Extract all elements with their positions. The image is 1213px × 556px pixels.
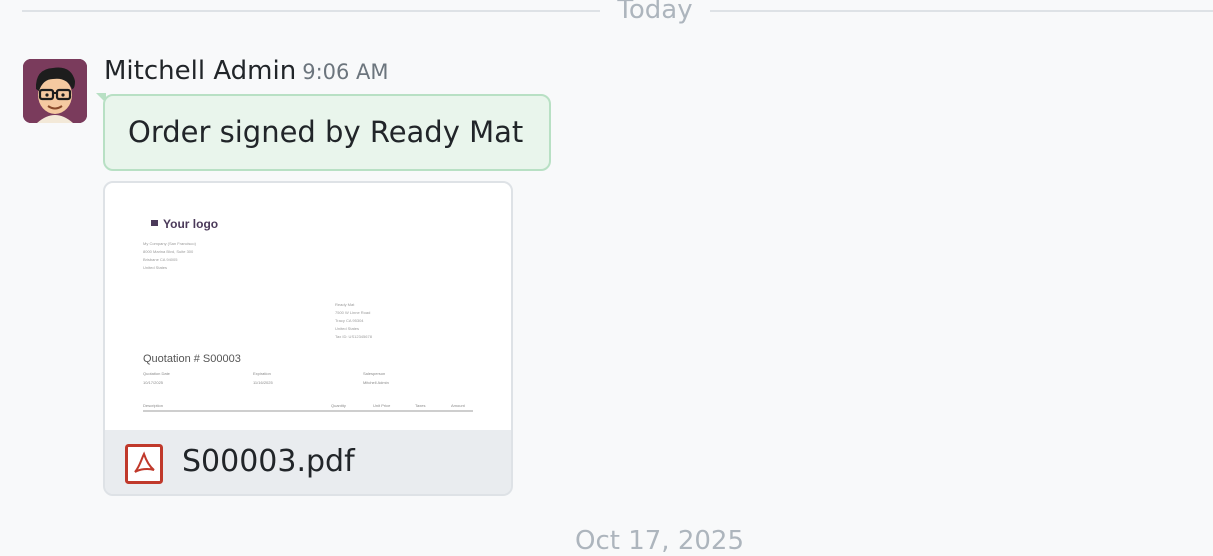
- message-body: Order signed by Ready Mat: [128, 115, 524, 149]
- preview-info-label: Expiration: [253, 371, 271, 376]
- preview-company-line: My Company (San Francisco): [143, 241, 197, 246]
- message-time: 9:06 AM: [302, 60, 389, 84]
- divider-line-left: [22, 10, 600, 12]
- divider-line-right: [710, 10, 1213, 12]
- next-date-divider-label: Oct 17, 2025: [575, 526, 744, 556]
- attachment-file-row[interactable]: S00003.pdf: [105, 430, 511, 494]
- preview-info-label: Salesperson: [363, 371, 385, 376]
- preview-customer-line: Tax ID: US12345678: [335, 334, 373, 339]
- preview-logo-text: Your logo: [163, 217, 218, 231]
- preview-table-header: Taxes: [415, 403, 425, 408]
- pdf-icon: [125, 444, 163, 488]
- message-author[interactable]: Mitchell Admin: [104, 56, 296, 86]
- message-header: Mitchell Admin 9:06 AM: [104, 56, 389, 86]
- avatar-image: [23, 59, 87, 123]
- preview-company-line: Brisbane CA 94005: [143, 257, 178, 262]
- attachment-preview[interactable]: Your logo My Company (San Francisco) 800…: [105, 183, 511, 430]
- preview-table-header: Quantity: [331, 403, 346, 408]
- preview-info-value: 10/17/2025: [143, 380, 164, 385]
- pdf-preview-document: Your logo My Company (San Francisco) 800…: [143, 217, 473, 412]
- preview-title: Quotation # S00003: [143, 353, 241, 365]
- preview-customer-line: United States: [335, 326, 359, 331]
- date-divider: Today: [0, 0, 1213, 25]
- preview-customer-line: 7500 W Linne Road: [335, 310, 370, 315]
- preview-table-header: Amount: [451, 403, 466, 408]
- logo-camera-icon: [151, 220, 158, 226]
- preview-company-line: 8000 Marina Blvd, Suite 300: [143, 249, 194, 254]
- preview-table-header: Unit Price: [373, 403, 391, 408]
- preview-info-value: Mitchell Admin: [363, 380, 389, 385]
- preview-customer-line: Ready Mat: [335, 302, 355, 307]
- preview-company-line: United States: [143, 265, 167, 270]
- message-bubble: Order signed by Ready Mat: [103, 94, 551, 171]
- preview-table-header: Description: [143, 403, 163, 408]
- preview-customer-line: Tracy CA 95304: [335, 318, 364, 323]
- preview-info-label: Quotation Date: [143, 371, 171, 376]
- preview-info-value: 11/16/2025: [253, 380, 273, 385]
- attachment-card[interactable]: Your logo My Company (San Francisco) 800…: [103, 181, 513, 496]
- attachment-file-name[interactable]: S00003.pdf: [182, 444, 355, 479]
- avatar[interactable]: [23, 59, 87, 123]
- divider-label: Today: [617, 0, 693, 25]
